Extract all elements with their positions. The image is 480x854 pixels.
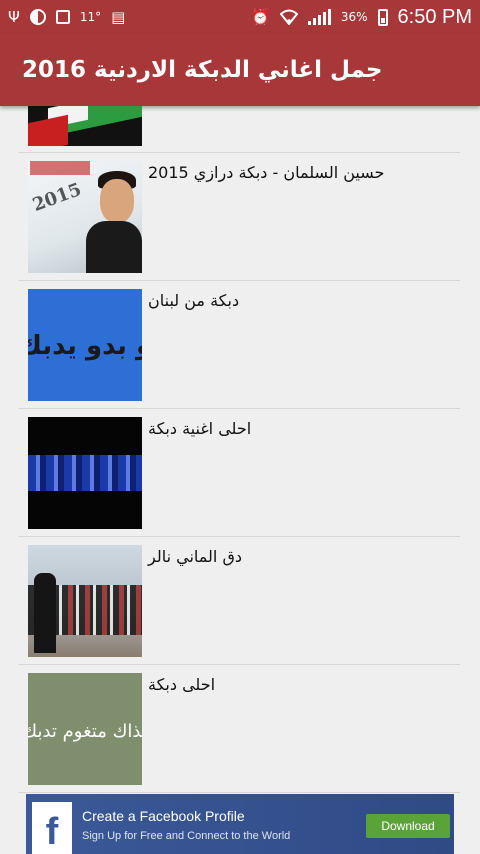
thumbnail-dancers [28, 545, 142, 657]
facebook-logo-icon: f [32, 802, 72, 854]
sd-card-icon: ▤ [111, 8, 126, 26]
alarm-icon: ⏰ [251, 8, 270, 26]
app-title: جمل اغاني الدبكة الاردنية 2016 [22, 57, 383, 83]
song-list[interactable]: 2015 حسين السلمان - دبكة درازي 2015 كلو … [18, 106, 460, 793]
thumbnail-portrait: 2015 [28, 161, 142, 273]
ad-download-button[interactable]: Download [366, 814, 450, 838]
battery-percent: 36% [340, 10, 368, 24]
image-icon [55, 10, 70, 24]
half-moon-icon [29, 9, 46, 25]
facebook-ad-banner[interactable]: f Create a Facebook Profile Sign Up for … [26, 794, 454, 854]
list-item-title: احلى دبكة [148, 675, 216, 694]
thumbnail-green-text: احذاك متغوم تدبك [28, 673, 142, 785]
list-item[interactable] [18, 106, 460, 153]
clock: 6:50 PM [397, 5, 472, 28]
list-item[interactable]: دق الماني نالر [18, 537, 460, 665]
temperature-text: 11° [79, 10, 102, 24]
usb-icon: Ψ [8, 8, 20, 26]
thumbnail-blue-text: كلو بدو يدبك [28, 289, 142, 401]
thumbnail-dark [28, 417, 142, 529]
list-item[interactable]: احذاك متغوم تدبك احلى دبكة [18, 665, 460, 793]
list-item[interactable]: 2015 حسين السلمان - دبكة درازي 2015 [18, 153, 460, 281]
thumbnail-flag [28, 106, 142, 146]
signal-icon [307, 9, 331, 25]
status-bar: Ψ 11° ▤ ⏰ 36% 6:50 PM [0, 0, 480, 34]
wifi-icon [279, 9, 298, 25]
list-item-title: احلى اغنية دبكة [148, 419, 252, 438]
list-item[interactable]: كلو بدو يدبك دبكة من لبنان [18, 281, 460, 409]
action-bar: جمل اغاني الدبكة الاردنية 2016 [0, 34, 480, 106]
thumbnail-year-text: 2015 [29, 179, 85, 216]
ad-title: Create a Facebook Profile [82, 808, 245, 824]
battery-icon [377, 8, 388, 26]
thumbnail-caption: كلو بدو يدبك [28, 331, 142, 361]
thumbnail-caption: احذاك متغوم تدبك [28, 721, 142, 742]
list-item-title: دق الماني نالر [148, 547, 242, 566]
list-item-title: دبكة من لبنان [148, 291, 240, 310]
list-item[interactable]: احلى اغنية دبكة [18, 409, 460, 537]
list-item-title: حسين السلمان - دبكة درازي 2015 [148, 163, 385, 182]
ad-subtitle: Sign Up for Free and Connect to the Worl… [82, 830, 291, 842]
